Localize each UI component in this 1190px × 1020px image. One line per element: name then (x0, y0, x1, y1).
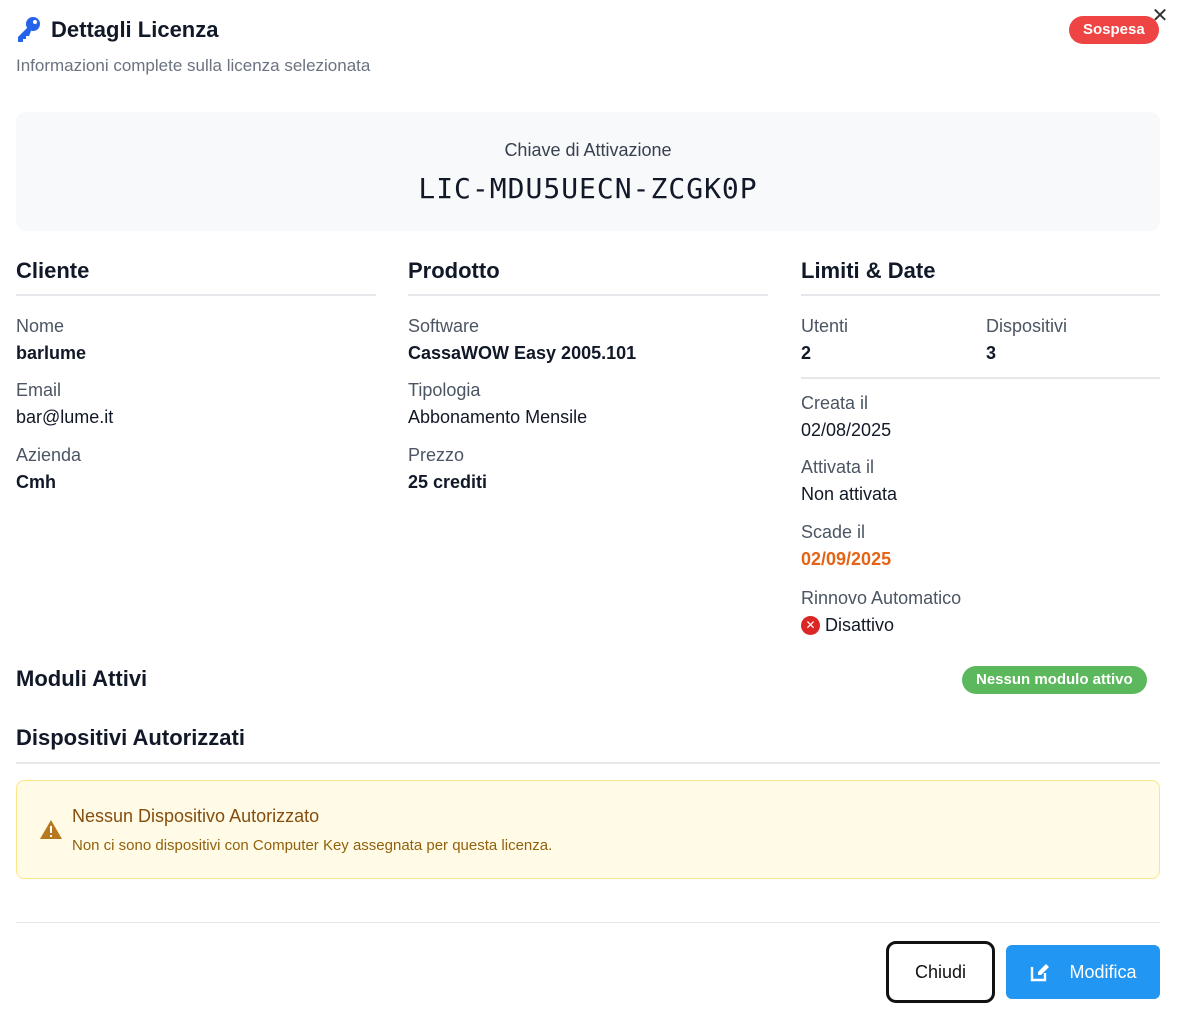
field-label: Attivata il (801, 457, 875, 477)
authorized-devices-heading: Dispositivi Autorizzati (16, 725, 245, 750)
key-icon (18, 17, 40, 42)
field-label: Utenti (801, 316, 849, 336)
no-devices-alert: Nessun Dispositivo Autorizzato Non ci so… (16, 780, 1160, 879)
divider (16, 922, 1160, 923)
activation-key-code: LIC-MDU5UECN-ZCGK0P (418, 172, 758, 205)
client-email-field: Email bar@lume.it (16, 380, 113, 428)
field-label: Scade il (801, 522, 866, 542)
field-label: Creata il (801, 393, 869, 413)
devices-value: 3 (986, 343, 997, 363)
field-label: Email (16, 380, 62, 400)
edit-icon (1031, 964, 1050, 982)
alert-title: Nessun Dispositivo Autorizzato (72, 806, 320, 826)
field-label: Dispositivi (986, 316, 1068, 336)
auto-renew-status: ✕ Disattivo (801, 615, 961, 636)
x-circle-icon: ✕ (801, 616, 820, 635)
client-email: bar@lume.it (16, 407, 114, 427)
client-company-field: Azienda Cmh (16, 445, 81, 493)
modules-badge: Nessun modulo attivo (962, 666, 1147, 694)
modal-title: Dettagli Licenza (51, 17, 219, 42)
divider (16, 762, 1160, 764)
product-software-field: Software CassaWOW Easy 2005.101 (408, 316, 636, 364)
divider (801, 377, 1160, 379)
license-details-modal: ✕ Sospesa Dettagli Licenza Informazioni … (0, 0, 1190, 1020)
client-name: barlume (16, 343, 87, 363)
field-label: Nome (16, 316, 65, 336)
client-name-field: Nome barlume (16, 316, 86, 364)
field-label: Tipologia (408, 380, 481, 400)
modules-heading: Moduli Attivi (16, 666, 148, 691)
client-company: Cmh (16, 472, 56, 492)
edit-button[interactable]: Modifica (1006, 945, 1160, 999)
devices-field: Dispositivi 3 (986, 316, 1067, 364)
limits-heading: Limiti & Date (801, 256, 1160, 296)
client-heading: Cliente (16, 256, 376, 296)
product-type: Abbonamento Mensile (408, 407, 588, 427)
product-heading: Prodotto (408, 256, 768, 296)
edit-button-label: Modifica (1069, 961, 1137, 982)
client-section: Cliente Nome barlume Email bar@lume.it A… (16, 256, 376, 492)
close-button[interactable]: Chiudi (886, 941, 995, 1003)
product-software: CassaWOW Easy 2005.101 (408, 343, 637, 363)
product-section: Prodotto Software CassaWOW Easy 2005.101… (408, 256, 768, 492)
users-value: 2 (801, 343, 812, 363)
expiry-date: 02/09/2025 (801, 549, 892, 569)
created-field: Creata il 02/08/2025 (801, 393, 891, 441)
activation-key-label: Chiave di Attivazione (504, 140, 672, 160)
product-price: 25 crediti (408, 472, 488, 492)
auto-renew-field: Rinnovo Automatico ✕ Disattivo (801, 588, 961, 636)
modal-subtitle: Informazioni complete sulla licenza sele… (16, 56, 371, 75)
activation-key-box: Chiave di Attivazione LIC-MDU5UECN-ZCGK0… (16, 112, 1160, 231)
activated-date: Non attivata (801, 484, 898, 504)
product-price-field: Prezzo 25 crediti (408, 445, 487, 493)
field-label: Software (408, 316, 480, 336)
status-badge: Sospesa (1069, 16, 1159, 44)
created-date: 02/08/2025 (801, 420, 892, 440)
product-type-field: Tipologia Abbonamento Mensile (408, 380, 587, 428)
auto-renew-value: Disattivo (825, 615, 895, 635)
limits-dates-section: Limiti & Date Utenti 2 Dispositivi 3 Cre… (801, 256, 1160, 635)
field-label: Azienda (16, 445, 82, 465)
field-label: Prezzo (408, 445, 465, 465)
field-label: Rinnovo Automatico (801, 588, 962, 608)
alert-message: Non ci sono dispositivi con Computer Key… (72, 837, 553, 854)
activated-field: Attivata il Non attivata (801, 457, 897, 505)
warning-icon (40, 820, 62, 839)
expiry-field: Scade il 02/09/2025 (801, 522, 891, 570)
users-field: Utenti 2 (801, 316, 848, 364)
modal-header: Dettagli Licenza (16, 16, 218, 44)
